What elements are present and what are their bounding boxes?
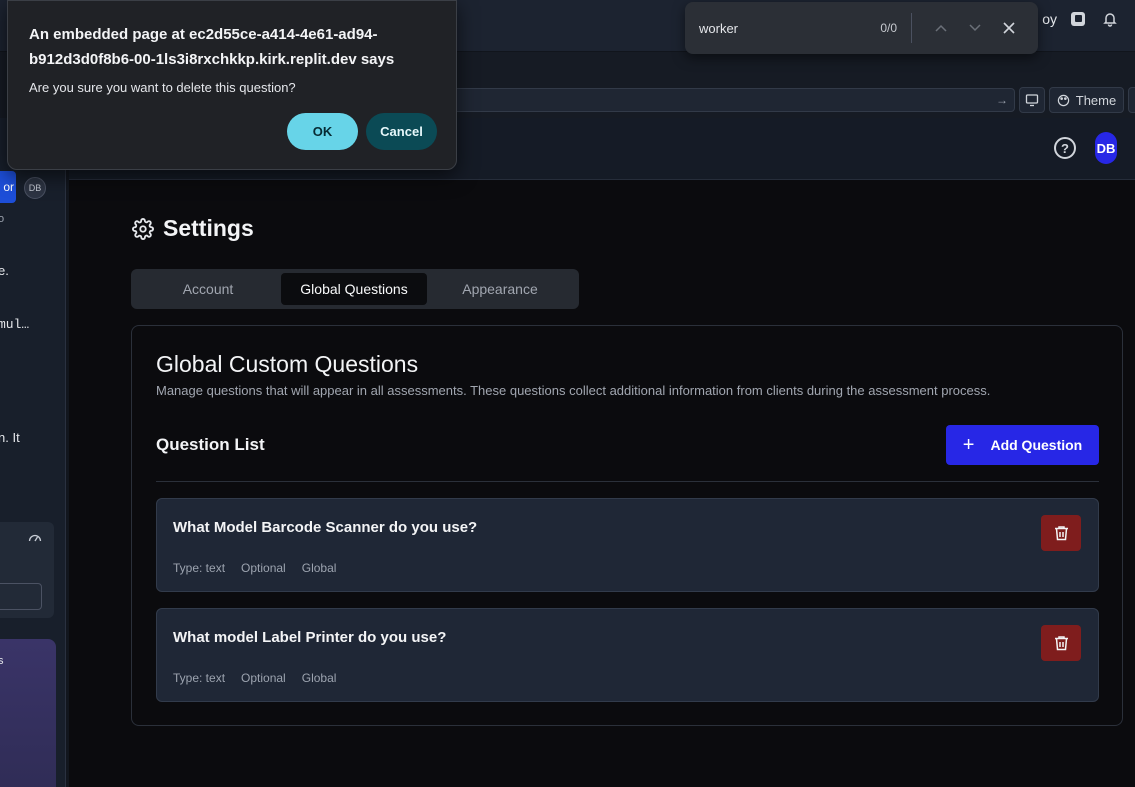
question-meta: Type: text Optional Global: [173, 671, 336, 685]
cancel-button[interactable]: Cancel: [366, 113, 437, 150]
tab-account[interactable]: Account: [135, 273, 281, 305]
global-questions-card: Global Custom Questions Manage questions…: [131, 325, 1123, 726]
tab-appearance[interactable]: Appearance: [427, 273, 573, 305]
sidebar-text: o: [0, 213, 4, 225]
question-type: Type: text: [173, 561, 226, 575]
sidebar-input[interactable]: [0, 583, 42, 610]
card-description: Manage questions that will appear in all…: [156, 383, 991, 398]
ok-button[interactable]: OK: [287, 113, 358, 150]
sidebar-editor-tab[interactable]: or: [0, 171, 16, 203]
chevron-down-icon[interactable]: [960, 13, 990, 43]
copy-icon[interactable]: [1067, 8, 1089, 30]
divider: [911, 13, 912, 43]
sidebar-text: o: [0, 118, 4, 121]
question-required: Optional: [241, 561, 286, 575]
find-match-count: 0/0: [880, 21, 897, 35]
left-sidebar: o or DB o e. mul… n. It s: [0, 118, 66, 787]
sidebar-text: mul…: [0, 317, 30, 332]
theme-button[interactable]: Theme: [1049, 87, 1124, 113]
question-text: What Model Barcode Scanner do you use?: [173, 519, 478, 536]
sidebar-resize-handle[interactable]: [66, 118, 69, 787]
settings-heading: Settings: [132, 215, 254, 242]
question-scope: Global: [301, 671, 337, 685]
question-item: What Model Barcode Scanner do you use? T…: [156, 498, 1099, 592]
extra-toolbar-button[interactable]: [1128, 87, 1135, 113]
sidebar-panel: [0, 522, 54, 618]
sidebar-text: n. It: [0, 430, 20, 445]
help-icon[interactable]: ?: [1054, 137, 1076, 159]
question-item: What model Label Printer do you use? Typ…: [156, 608, 1099, 702]
sidebar-text: e.: [0, 263, 9, 278]
url-input[interactable]: →: [440, 88, 1015, 112]
confirm-dialog: An embedded page at ec2d55ce-a414-4e61-a…: [7, 0, 457, 170]
find-input[interactable]: worker: [699, 21, 880, 36]
question-text: What model Label Printer do you use?: [173, 629, 447, 646]
go-arrow-icon[interactable]: →: [996, 93, 1008, 107]
dialog-title: An embedded page at ec2d55ce-a414-4e61-a…: [29, 26, 395, 68]
question-list-title: Question List: [156, 435, 265, 454]
question-scope: Global: [301, 561, 337, 575]
question-type: Type: text: [173, 671, 226, 685]
tab-global-questions[interactable]: Global Questions: [281, 273, 427, 305]
divider: [156, 481, 1099, 482]
device-preview-button[interactable]: [1019, 87, 1045, 113]
user-avatar[interactable]: DB: [1095, 132, 1117, 164]
card-title: Global Custom Questions: [156, 351, 419, 377]
monitor-icon: [1025, 94, 1039, 107]
trash-icon: [1054, 526, 1068, 541]
delete-question-button[interactable]: [1041, 515, 1081, 551]
deploy-button[interactable]: oy: [1042, 11, 1057, 27]
add-question-label: Add Question: [990, 437, 1083, 453]
delete-question-button[interactable]: [1041, 625, 1081, 661]
topbar-actions: oy: [1042, 8, 1135, 30]
sidebar-avatar[interactable]: DB: [24, 177, 46, 199]
palette-icon: [1057, 94, 1069, 106]
trash-icon: [1054, 636, 1068, 651]
sidebar-promo-card[interactable]: s: [0, 639, 56, 787]
chevron-up-icon[interactable]: [926, 13, 956, 43]
bell-icon[interactable]: [1099, 8, 1121, 30]
page-title: Settings: [163, 215, 254, 241]
question-meta: Type: text Optional Global: [173, 561, 336, 575]
question-required: Optional: [241, 671, 286, 685]
plus-icon: +: [962, 434, 975, 456]
close-icon[interactable]: [994, 13, 1024, 43]
theme-label: Theme: [1075, 92, 1117, 108]
sidebar-text: s: [0, 655, 4, 667]
settings-tabs: Account Global Questions Appearance: [131, 269, 579, 309]
gauge-icon[interactable]: [28, 531, 42, 546]
add-question-button[interactable]: + Add Question: [946, 425, 1099, 465]
gear-icon: [132, 217, 154, 240]
find-in-page-bar: worker 0/0: [685, 2, 1038, 54]
dialog-message: Are you sure you want to delete this que…: [29, 80, 296, 95]
